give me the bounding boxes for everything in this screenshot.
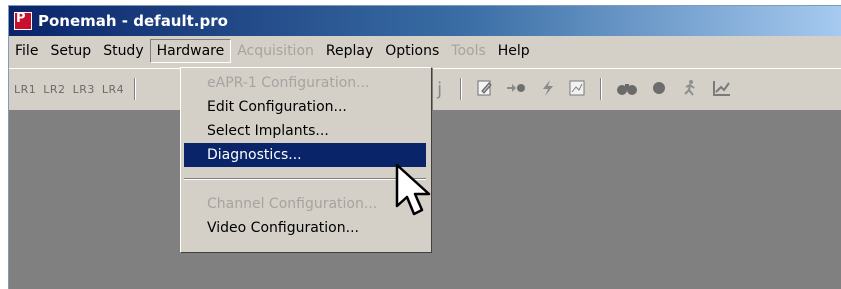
- menu-item-channel-configuration: Channel Configuration...: [207, 196, 378, 212]
- app-window: P Ponemah - default.pro File Setup Study…: [8, 5, 841, 289]
- toolbar-separator: [134, 78, 137, 100]
- menu-item-edit-configuration[interactable]: Edit Configuration...: [184, 95, 426, 119]
- mouse-pointer-icon: [392, 162, 440, 226]
- app-icon-letter: P: [16, 11, 26, 26]
- menu-bar: File Setup Study Hardware Acquisition Re…: [9, 36, 841, 66]
- toolbar-lr4-button[interactable]: LR4: [102, 83, 124, 96]
- ponemah-app-icon[interactable]: P: [14, 11, 32, 30]
- toolbar-j-button[interactable]: j: [437, 79, 442, 100]
- chart-edit-icon[interactable]: [568, 79, 586, 100]
- menu-replay[interactable]: Replay: [320, 39, 379, 63]
- menu-acquisition: Acquisition: [237, 43, 314, 59]
- menu-separator: [184, 178, 426, 180]
- title-bar[interactable]: P Ponemah - default.pro: [9, 6, 841, 36]
- toolbar-lr2-button[interactable]: LR2: [43, 83, 65, 96]
- menu-tools: Tools: [451, 43, 486, 59]
- edit-page-icon[interactable]: [476, 79, 494, 100]
- toolbar-separator: [460, 78, 463, 100]
- lightning-icon[interactable]: [540, 79, 556, 100]
- menu-setup[interactable]: Setup: [44, 39, 97, 63]
- menu-item-eapr1-configuration: eAPR-1 Configuration...: [207, 75, 370, 91]
- binoculars-icon[interactable]: [616, 79, 638, 100]
- toolbar-lr3-button[interactable]: LR3: [73, 83, 95, 96]
- window-title: Ponemah - default.pro: [38, 12, 228, 30]
- menu-item-video-configuration[interactable]: Video Configuration...: [184, 216, 426, 240]
- menu-item-select-implants[interactable]: Select Implants...: [184, 119, 426, 143]
- menu-hardware[interactable]: Hardware: [149, 39, 232, 63]
- menu-help[interactable]: Help: [492, 39, 536, 63]
- toolbar-lr1-button[interactable]: LR1: [14, 83, 36, 96]
- running-icon[interactable]: [680, 79, 700, 100]
- toolbar-separator: [600, 78, 603, 100]
- graph-icon[interactable]: [712, 79, 732, 100]
- stop-circle-icon[interactable]: [650, 79, 668, 100]
- menu-study[interactable]: Study: [97, 39, 149, 63]
- menu-item-diagnostics[interactable]: Diagnostics...: [184, 143, 426, 167]
- menu-file[interactable]: File: [9, 39, 44, 63]
- menu-options[interactable]: Options: [379, 39, 445, 63]
- record-icon[interactable]: [506, 79, 528, 100]
